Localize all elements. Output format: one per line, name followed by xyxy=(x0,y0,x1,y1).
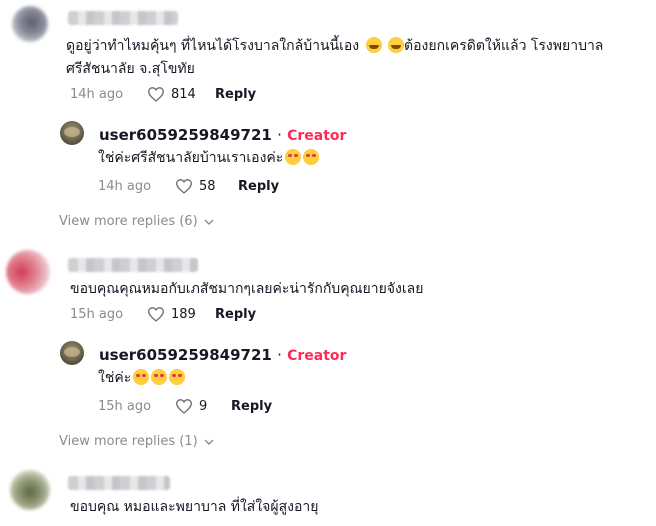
reply-button[interactable]: Reply xyxy=(231,399,272,414)
like-button[interactable]: 814 xyxy=(147,86,196,102)
reply-like-count: 58 xyxy=(199,178,216,194)
view-more-label: View more replies (1) xyxy=(59,434,198,449)
like-count: 814 xyxy=(171,86,196,102)
creator-badge: Creator xyxy=(287,128,347,144)
reply-button[interactable]: Reply xyxy=(215,87,256,102)
commenter-name-blurred[interactable] xyxy=(68,258,198,272)
laughing-emoji-icon xyxy=(388,37,405,53)
heart-icon xyxy=(147,306,165,322)
creator-avatar[interactable] xyxy=(60,341,84,365)
comment-timestamp: 15h ago xyxy=(70,307,124,322)
like-count: 189 xyxy=(171,306,196,322)
commenter-avatar[interactable] xyxy=(12,6,48,42)
comment-text: ขอบคุณ หมอและพยาบาล ที่ใส่ใจผู้สูงอายุ xyxy=(70,499,319,515)
reply-text-content: ใช่ค่ะศรีสัชนาลัยบ้านเราเองค่ะ xyxy=(98,150,284,166)
commenter-avatar[interactable] xyxy=(6,250,50,294)
view-more-label: View more replies (6) xyxy=(59,214,198,229)
view-more-replies[interactable]: View more replies (1) xyxy=(59,434,214,449)
reply-button[interactable]: Reply xyxy=(215,307,256,322)
reply-username[interactable]: user6059259849721 xyxy=(99,346,272,364)
commenter-avatar[interactable] xyxy=(10,470,50,510)
reply-text-content: ใช่ค่ะ xyxy=(98,370,132,386)
comment-text-line2: ศรีสัชนาลัย จ.สุโขทัย xyxy=(66,61,195,77)
reply-button[interactable]: Reply xyxy=(238,179,279,194)
reply-author[interactable]: user6059259849721 · Creator xyxy=(99,126,346,144)
reply-timestamp: 15h ago xyxy=(98,399,152,414)
reply-like-button[interactable]: 9 xyxy=(175,398,207,414)
comment-text-part1: ดูอยู่ว่าทำไหมคุ้นๆ ที่ไหนได้โรงบาลใกล้บ… xyxy=(66,38,360,54)
smiling-hearts-emoji-icon xyxy=(285,149,302,165)
creator-badge: Creator xyxy=(287,348,347,364)
reply-author[interactable]: user6059259849721 · Creator xyxy=(99,346,346,364)
heart-icon xyxy=(175,178,193,194)
smiling-hearts-emoji-icon xyxy=(303,149,320,165)
chevron-down-icon xyxy=(204,439,214,445)
separator-dot: · xyxy=(277,126,282,144)
heart-icon xyxy=(147,86,165,102)
reply-text: ใช่ค่ะ xyxy=(98,367,186,390)
comment-text: ขอบคุณคุณหมอกับเภสัชมากๆเลยค่ะน่ารักกับค… xyxy=(70,281,424,297)
smiling-hearts-emoji-icon xyxy=(169,369,186,385)
laughing-emoji-icon xyxy=(365,37,382,53)
reply-timestamp: 14h ago xyxy=(98,179,152,194)
commenter-name-blurred[interactable] xyxy=(68,476,170,490)
like-button[interactable]: 189 xyxy=(147,306,196,322)
creator-avatar[interactable] xyxy=(60,121,84,145)
chevron-down-icon xyxy=(204,219,214,225)
heart-icon xyxy=(175,398,193,414)
reply-username[interactable]: user6059259849721 xyxy=(99,126,272,144)
smiling-hearts-emoji-icon xyxy=(133,369,150,385)
smiling-hearts-emoji-icon xyxy=(151,369,168,385)
comment-text-part2: ต้องยกเครดิตให้แล้ว โรงพยาบาล xyxy=(404,38,604,54)
comment-text: ดูอยู่ว่าทำไหมคุ้นๆ ที่ไหนได้โรงบาลใกล้บ… xyxy=(66,35,651,81)
commenter-name-blurred[interactable] xyxy=(68,11,178,25)
reply-like-count: 9 xyxy=(199,398,208,414)
reply-text: ใช่ค่ะศรีสัชนาลัยบ้านเราเองค่ะ xyxy=(98,147,320,170)
reply-like-button[interactable]: 58 xyxy=(175,178,216,194)
comment-timestamp: 14h ago xyxy=(70,87,124,102)
view-more-replies[interactable]: View more replies (6) xyxy=(59,214,214,229)
separator-dot: · xyxy=(277,346,282,364)
